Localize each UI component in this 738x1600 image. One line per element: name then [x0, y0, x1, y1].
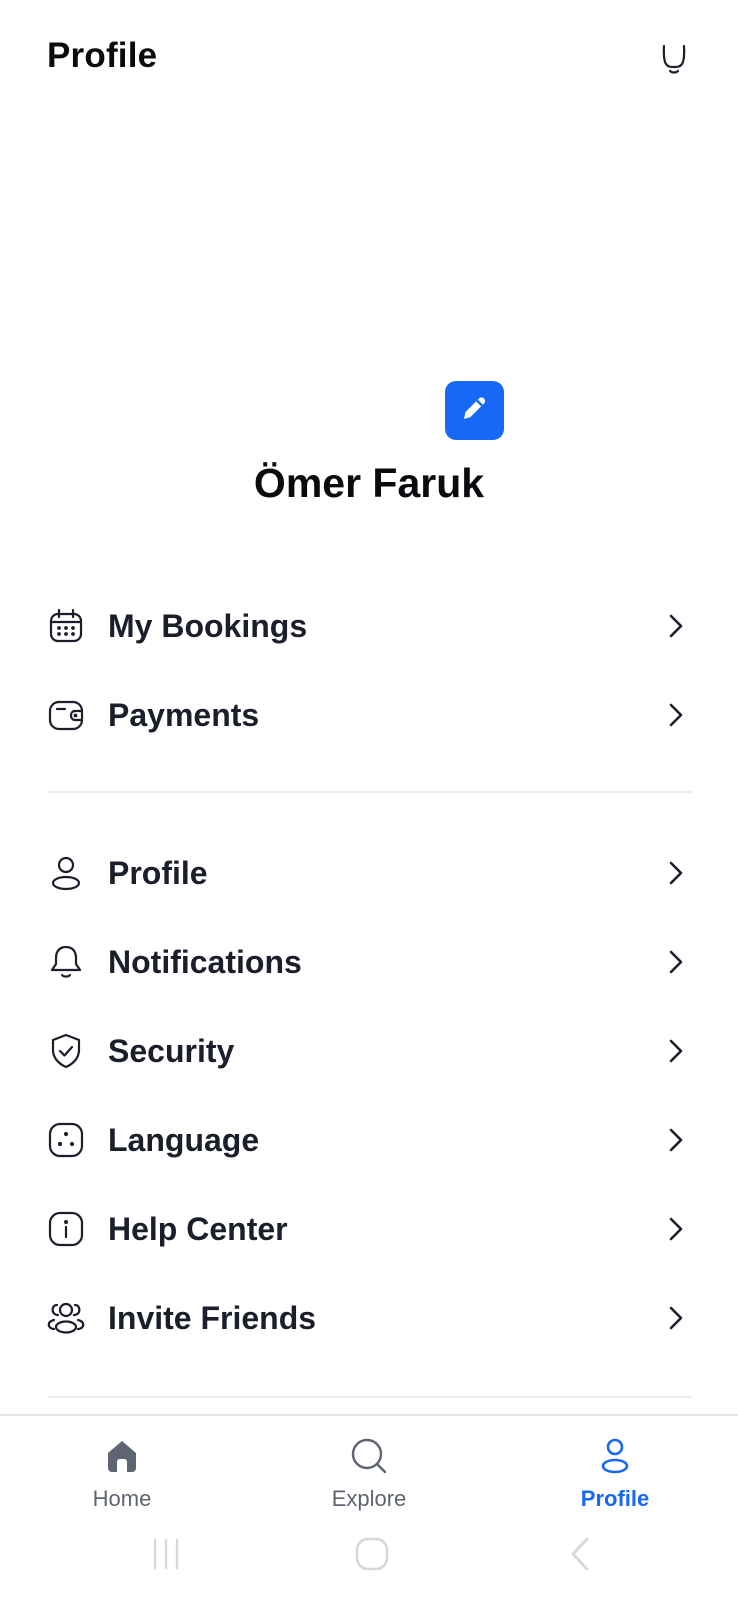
- bottom-nav: Home Explore Profile: [0, 1414, 738, 1600]
- page-title: Profile: [47, 36, 158, 75]
- menu-item-label: My Bookings: [108, 607, 308, 644]
- bell-icon: [46, 942, 86, 982]
- back-icon[interactable]: [558, 1532, 602, 1576]
- menu-item-profile[interactable]: Profile: [40, 833, 700, 913]
- nav-label: Profile: [580, 1486, 650, 1511]
- chevron-right-icon: [664, 857, 688, 889]
- menu-item-label: Language: [108, 1121, 260, 1158]
- menu-item-label: Notifications: [108, 943, 302, 980]
- section-divider: [47, 1396, 692, 1398]
- nav-label: Home: [92, 1486, 152, 1511]
- home-icon: [102, 1436, 142, 1476]
- user-icon: [595, 1436, 635, 1476]
- info-icon: [46, 1209, 86, 1249]
- menu-item-label: Security: [108, 1032, 235, 1069]
- bell-icon[interactable]: [659, 42, 689, 76]
- chevron-right-icon: [664, 699, 688, 731]
- recents-icon[interactable]: [144, 1532, 188, 1576]
- menu-item-invite-friends[interactable]: Invite Friends: [40, 1278, 700, 1358]
- menu-item-label: Profile: [108, 854, 208, 891]
- chevron-right-icon: [664, 1124, 688, 1156]
- user-name: Ömer Faruk: [253, 460, 485, 506]
- nav-item-explore[interactable]: Explore: [289, 1436, 449, 1526]
- chevron-right-icon: [664, 1213, 688, 1245]
- users-icon: [46, 1298, 86, 1338]
- nav-label: Explore: [331, 1486, 407, 1511]
- section-divider: [47, 791, 692, 793]
- chevron-right-icon: [664, 1035, 688, 1067]
- menu-item-language[interactable]: Language: [40, 1100, 700, 1180]
- menu-item-label: Payments: [108, 696, 260, 733]
- menu-item-help-center[interactable]: Help Center: [40, 1189, 700, 1269]
- home-button-icon[interactable]: [350, 1532, 394, 1576]
- edit-profile-button[interactable]: [445, 381, 504, 440]
- pencil-icon: [458, 391, 492, 430]
- wallet-icon: [46, 695, 86, 735]
- menu-item-my-bookings[interactable]: My Bookings: [40, 586, 700, 666]
- chevron-right-icon: [664, 946, 688, 978]
- profile-screen: Profile Ömer Faruk My Bookings Payments …: [0, 0, 738, 1600]
- chevron-right-icon: [664, 1302, 688, 1334]
- user-icon: [46, 853, 86, 893]
- language-icon: [46, 1120, 86, 1160]
- menu-item-security[interactable]: Security: [40, 1011, 700, 1091]
- menu-item-payments[interactable]: Payments: [40, 675, 700, 755]
- app-header: Profile: [0, 0, 738, 120]
- shield-check-icon: [46, 1031, 86, 1071]
- menu-item-label: Invite Friends: [108, 1299, 317, 1336]
- menu-item-label: Help Center: [108, 1210, 288, 1247]
- nav-item-home[interactable]: Home: [42, 1436, 202, 1526]
- calendar-icon: [46, 606, 86, 646]
- search-icon: [349, 1436, 389, 1476]
- chevron-right-icon: [664, 610, 688, 642]
- system-nav-bar: [0, 1532, 738, 1584]
- menu-item-notifications[interactable]: Notifications: [40, 922, 700, 1002]
- nav-item-profile[interactable]: Profile: [535, 1436, 695, 1526]
